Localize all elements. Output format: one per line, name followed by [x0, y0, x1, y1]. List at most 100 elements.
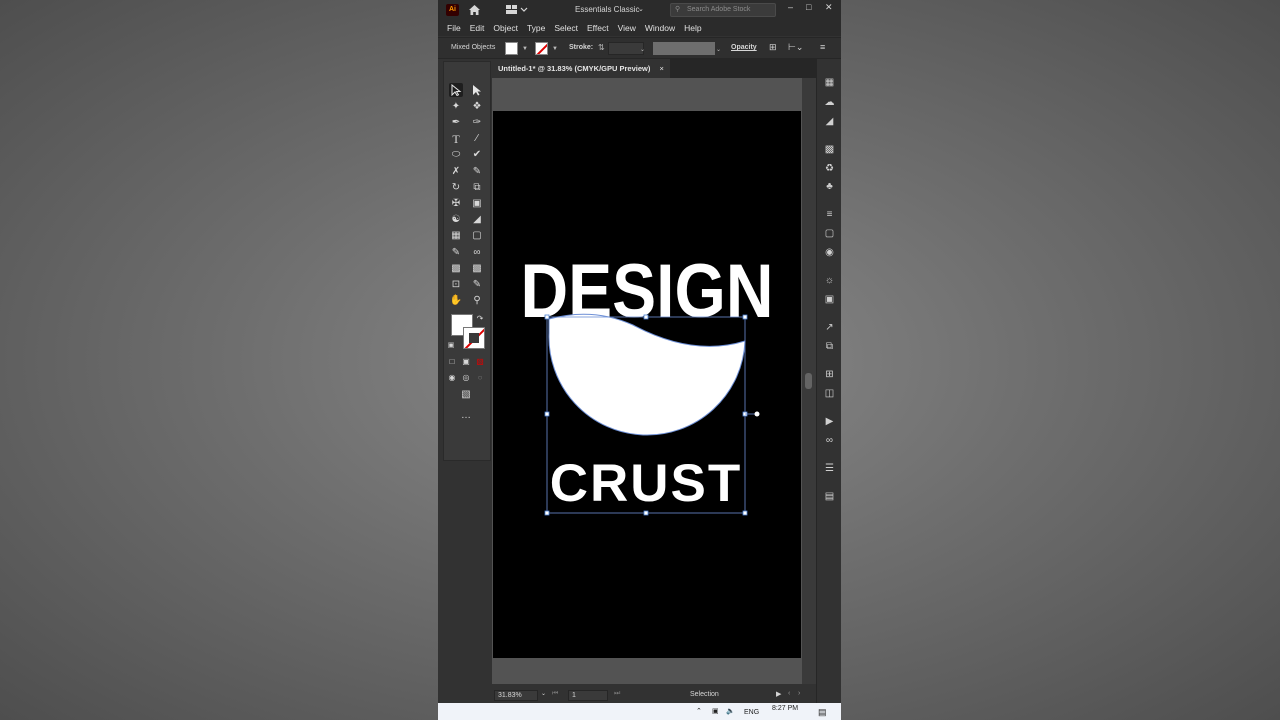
- pathfinder-panel-icon[interactable]: ◫: [823, 387, 836, 400]
- artboard-tool-icon[interactable]: ⊡: [449, 278, 463, 292]
- graphic-styles-panel-icon[interactable]: ▣: [823, 293, 836, 306]
- minimize-button[interactable]: –: [788, 2, 793, 12]
- canvas-area[interactable]: DESIGN CRUST: [492, 78, 802, 684]
- draw-normal-icon[interactable]: ◉: [445, 371, 459, 385]
- variable-width-profile-field[interactable]: [653, 42, 715, 55]
- color-mode-icon[interactable]: □: [445, 355, 459, 369]
- artwork[interactable]: DESIGN CRUST: [493, 111, 801, 658]
- vertical-scrollbar[interactable]: [802, 78, 816, 684]
- symbols-panel-icon[interactable]: ♣: [823, 180, 836, 193]
- hand-tool-icon[interactable]: ✋: [449, 294, 463, 308]
- last-artboard-icon[interactable]: ⏭: [614, 690, 620, 698]
- magic-wand-tool-icon[interactable]: ✦: [449, 100, 463, 114]
- transparency-panel-icon[interactable]: ◉: [823, 246, 836, 259]
- profile-chevron-icon[interactable]: ⌄: [716, 46, 721, 53]
- actions-panel-icon[interactable]: ▶: [823, 415, 836, 428]
- stroke-color-box[interactable]: [463, 327, 485, 349]
- recolor-artwork-icon[interactable]: ⊞: [769, 42, 777, 53]
- swap-fill-stroke-icon[interactable]: ↷: [473, 312, 487, 326]
- curvature-tool-icon[interactable]: ✑: [470, 116, 484, 130]
- links-panel-icon[interactable]: ∞: [823, 434, 836, 447]
- draw-inside-icon[interactable]: ○: [473, 371, 487, 385]
- clock[interactable]: 8:27 PM: [772, 705, 798, 712]
- layers-panel-icon[interactable]: ☰: [823, 462, 836, 475]
- menu-edit[interactable]: Edit: [470, 23, 485, 33]
- language-indicator[interactable]: ENG: [744, 709, 759, 716]
- menu-object[interactable]: Object: [493, 23, 518, 33]
- fill-color-swatch[interactable]: [505, 42, 518, 55]
- appearance-panel-icon[interactable]: ☼: [823, 274, 836, 287]
- lasso-tool-icon[interactable]: ❖: [470, 100, 484, 114]
- align-icon[interactable]: ⊢⌄: [788, 42, 803, 53]
- chevron-down-icon[interactable]: ⌄: [638, 5, 644, 13]
- stroke-color-swatch[interactable]: [535, 42, 548, 55]
- transform-panel-icon[interactable]: ⊞: [823, 368, 836, 381]
- paintbrush-tool-icon[interactable]: ✔: [470, 148, 484, 162]
- center-point-widget[interactable]: [754, 411, 760, 417]
- libraries-panel-icon[interactable]: ☁: [823, 96, 836, 109]
- color-guide-panel-icon[interactable]: ◢: [823, 115, 836, 128]
- swatches-panel-icon[interactable]: ▩: [823, 143, 836, 156]
- menu-effect[interactable]: Effect: [587, 23, 609, 33]
- direct-selection-tool-icon[interactable]: [470, 83, 484, 97]
- menu-view[interactable]: View: [618, 23, 636, 33]
- perspective-grid-tool-icon[interactable]: ▦: [449, 229, 463, 243]
- stroke-weight-chevron-icon[interactable]: ⌄: [640, 46, 645, 53]
- menu-type[interactable]: Type: [527, 23, 545, 33]
- eyedropper-tool-icon[interactable]: ✎: [449, 246, 463, 260]
- pencil-tool-icon[interactable]: ✎: [470, 165, 484, 179]
- home-icon[interactable]: [468, 4, 481, 16]
- menu-help[interactable]: Help: [684, 23, 701, 33]
- status-play-icon[interactable]: ▶: [776, 690, 781, 698]
- maximize-button[interactable]: □: [806, 2, 811, 12]
- panel-menu-icon[interactable]: ≡: [820, 42, 825, 52]
- shaper-tool-icon[interactable]: ✗: [449, 165, 463, 179]
- show-hidden-icons-icon[interactable]: ⌃: [696, 707, 702, 715]
- scroll-left-icon[interactable]: ‹: [788, 690, 790, 697]
- symbol-sprayer-tool-icon[interactable]: ▩: [449, 262, 463, 276]
- draw-behind-icon[interactable]: ◎: [459, 371, 473, 385]
- default-fill-stroke-icon[interactable]: ▣: [444, 339, 458, 353]
- column-graph-tool-icon[interactable]: ▩: [470, 262, 484, 276]
- none-mode-icon[interactable]: ▧: [473, 355, 487, 369]
- ellipse-tool-icon[interactable]: ⬭: [449, 148, 463, 162]
- zoom-chevron-icon[interactable]: ⌄: [541, 690, 546, 697]
- line-segment-tool-icon[interactable]: ∕: [470, 132, 484, 146]
- fill-dropdown-chevron-icon[interactable]: ▼: [522, 46, 528, 52]
- stroke-panel-icon[interactable]: ≡: [823, 208, 836, 221]
- menu-window[interactable]: Window: [645, 23, 675, 33]
- zoom-level-field[interactable]: 31.83%: [494, 690, 538, 701]
- export-panel-icon[interactable]: ↗: [823, 321, 836, 334]
- gradient-mode-icon[interactable]: ▣: [459, 355, 473, 369]
- close-window-button[interactable]: ✕: [825, 2, 833, 13]
- edit-toolbar-icon[interactable]: …: [459, 409, 473, 423]
- crust-text[interactable]: CRUST: [550, 454, 743, 513]
- close-document-icon[interactable]: ×: [659, 64, 663, 73]
- opacity-link[interactable]: Opacity: [731, 44, 757, 51]
- stroke-weight-field[interactable]: [608, 42, 644, 55]
- width-tool-icon[interactable]: ✠: [449, 197, 463, 211]
- free-transform-tool-icon[interactable]: ▣: [470, 197, 484, 211]
- type-tool-icon[interactable]: T: [449, 132, 463, 146]
- scale-tool-icon[interactable]: ⧉: [470, 181, 484, 195]
- blend-tool-icon[interactable]: ∞: [470, 246, 484, 260]
- brushes-panel-icon[interactable]: ♻: [823, 162, 836, 175]
- search-adobe-stock-input[interactable]: ⚲ Search Adobe Stock: [670, 3, 776, 17]
- slice-tool-icon[interactable]: ✎: [470, 278, 484, 292]
- rotate-tool-icon[interactable]: ↻: [449, 181, 463, 195]
- selection-tool-icon[interactable]: [449, 83, 463, 97]
- network-icon[interactable]: ▣: [712, 707, 719, 715]
- stroke-stepper-icon[interactable]: ⇅: [598, 43, 605, 52]
- workspace-switcher[interactable]: Essentials Classic: [575, 5, 639, 14]
- shape-builder-tool-icon[interactable]: ☯: [449, 213, 463, 227]
- menu-file[interactable]: File: [447, 23, 461, 33]
- screen-mode-icon[interactable]: ▧: [459, 388, 473, 402]
- align-panel-icon[interactable]: ▤: [823, 490, 836, 503]
- gradient-panel-icon[interactable]: ▢: [823, 227, 836, 240]
- arrange-documents-icon[interactable]: [506, 5, 528, 15]
- scrollbar-thumb[interactable]: [805, 373, 812, 389]
- zoom-tool-icon[interactable]: ⚲: [470, 294, 484, 308]
- gradient-tool-icon[interactable]: ▢: [470, 229, 484, 243]
- menu-select[interactable]: Select: [554, 23, 578, 33]
- artboards-panel-icon[interactable]: ⧉: [823, 340, 836, 353]
